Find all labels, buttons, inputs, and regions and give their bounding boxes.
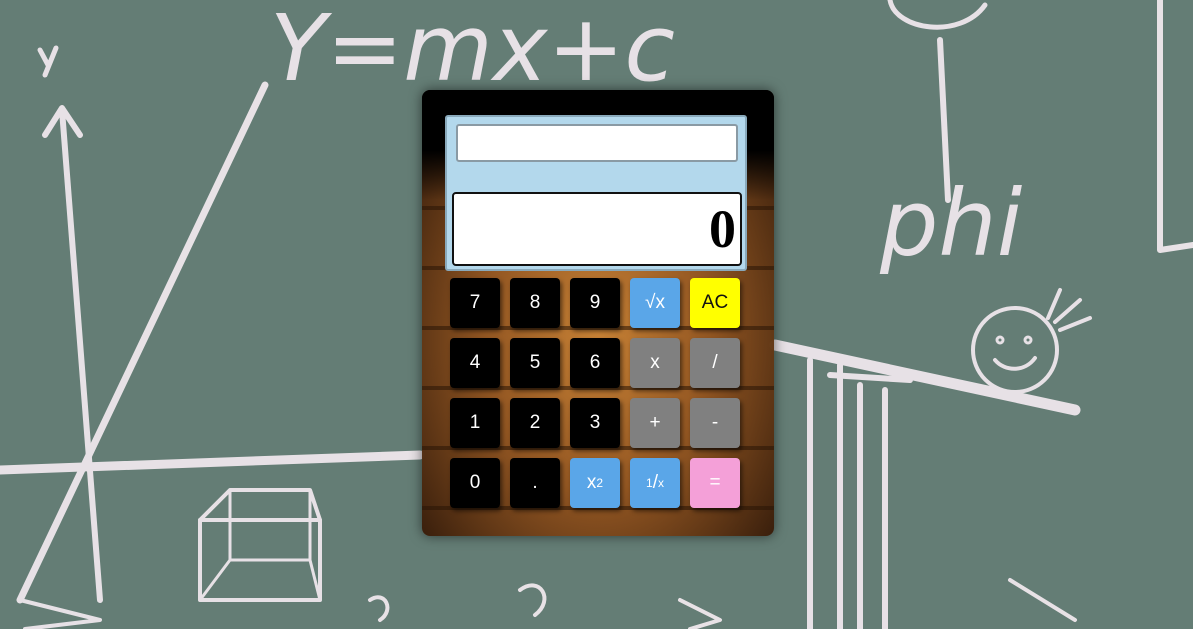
add-button[interactable]: +	[630, 398, 680, 448]
key-0[interactable]: 0	[450, 458, 500, 508]
divide-button[interactable]: /	[690, 338, 740, 388]
key-7[interactable]: 7	[450, 278, 500, 328]
result-display: 0	[452, 192, 742, 266]
square-exponent: 2	[596, 476, 604, 490]
key-6[interactable]: 6	[570, 338, 620, 388]
reciprocal-numerator: 1	[646, 476, 653, 490]
subtract-button[interactable]: -	[690, 398, 740, 448]
square-button[interactable]: x2	[570, 458, 620, 508]
all-clear-button[interactable]: AC	[690, 278, 740, 328]
key-8[interactable]: 8	[510, 278, 560, 328]
multiply-button[interactable]: x	[630, 338, 680, 388]
reciprocal-denominator: x	[657, 476, 664, 490]
key-2[interactable]: 2	[510, 398, 560, 448]
reciprocal-button[interactable]: 1/x	[630, 458, 680, 508]
svg-text:phi: phi	[879, 170, 1023, 277]
key-4[interactable]: 4	[450, 338, 500, 388]
key-5[interactable]: 5	[510, 338, 560, 388]
key-3[interactable]: 3	[570, 398, 620, 448]
key-9[interactable]: 9	[570, 278, 620, 328]
decimal-point-button[interactable]: .	[510, 458, 560, 508]
equals-button[interactable]: =	[690, 458, 740, 508]
expression-input[interactable]	[456, 124, 738, 162]
calculator: 0 7 8 9 √x AC 4 5 6 x / 1 2 3 + - 0 . x2…	[422, 90, 774, 536]
square-root-button[interactable]: √x	[630, 278, 680, 328]
calculator-screen: 0	[445, 115, 747, 271]
square-base: x	[586, 472, 597, 493]
key-1[interactable]: 1	[450, 398, 500, 448]
svg-text:Y=mx+c: Y=mx+c	[270, 0, 675, 102]
